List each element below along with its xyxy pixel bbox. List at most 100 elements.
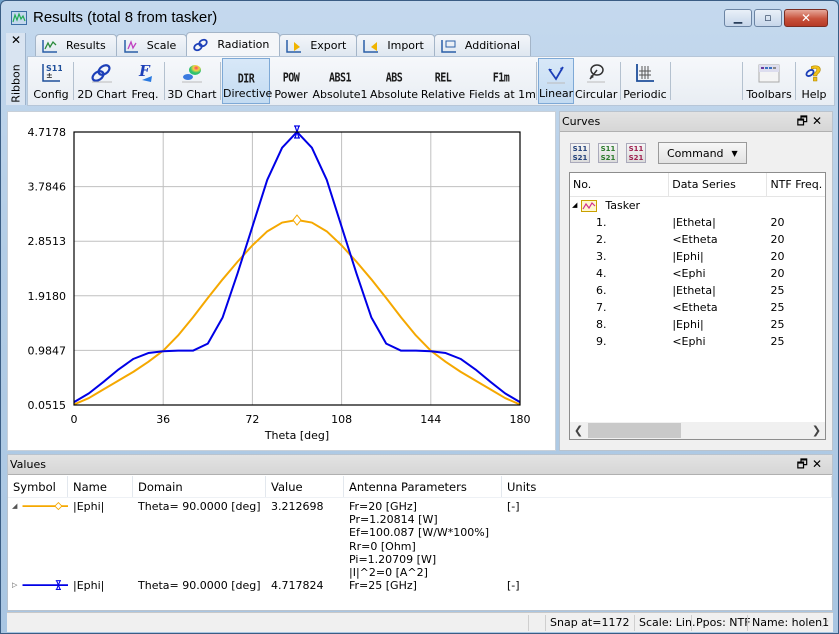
3d-chart-button[interactable]: 3D Chart [167,58,217,104]
check-all-curves-button[interactable]: S11 S21 [598,143,618,163]
uncheck-all-curves-button[interactable]: S11 S21 [626,143,646,163]
plot-frame [73,131,521,406]
toolbars-button[interactable]: Toolbars [745,58,793,104]
status-bar: Snap at=1172 Scale: Lin. Ppos: NTF Name:… [7,612,833,632]
circular-button[interactable]: Circular [575,58,617,104]
tab-radiation[interactable]: Radiation [186,32,281,56]
curve-ntf-freq: 25 [770,318,785,331]
close-panel-icon[interactable]: ✕ [812,457,826,471]
periodic-icon [636,64,654,82]
y-tick-label: 0.0515 [28,399,67,412]
tree-group-tasker[interactable]: ◢ Tasker [570,197,825,214]
curve-data-series: <Etheta [672,233,718,246]
antenna-parameters: Fr=25 [GHz] [344,579,502,592]
absolute-icon: ABS [385,71,403,86]
curves-tree[interactable]: No. Data Series NTF Freq. ◢ Tasker 1. |Et… [569,172,826,440]
directive-button[interactable]: DIR Directive [222,58,272,104]
tab-additional[interactable]: Additional [433,34,532,56]
antenna-parameter: |I|^2=0 [A^2] [349,566,428,580]
fields-1m-button[interactable]: F1m Fields at 1m [469,58,536,104]
column-value[interactable]: Value [266,476,344,497]
absolute1-icon: ABS1 [328,71,352,86]
row-expander-icon[interactable]: ◢ [12,500,19,513]
minimize-button[interactable]: ▁ [724,9,752,27]
config-button[interactable]: S11 ± Config [32,58,70,104]
export-icon [286,39,302,53]
curve-row[interactable]: 6. |Etheta| 25 [570,282,825,299]
x-tick-label: 0 [71,413,78,426]
curve-data-series: |Ephi| [672,250,704,263]
curve-row[interactable]: 1. |Etheta| 20 [570,214,825,231]
float-panel-icon[interactable]: 🗗 [797,114,812,128]
ribbon-tabs: Results Scale Radiation Export Import Ad… [35,32,532,56]
curves-panel: Curves 🗗✕ S11 S21 S11 S21 S11 S21 Command ▼… [559,111,833,451]
tab-export[interactable]: Export [279,34,358,56]
status-snap: Snap at=1172 [545,615,629,631]
value-row[interactable]: ▷ |Ephi| Theta= 90.0000 [deg] 4.717824 Fr=25… [8,579,832,592]
command-dropdown[interactable]: Command ▼ [658,142,747,164]
curve-number: 2. [596,233,607,246]
periodic-button[interactable]: Periodic [623,58,667,104]
column-data-series[interactable]: Data Series [669,173,768,196]
tab-scale[interactable]: Scale [115,34,188,56]
column-no[interactable]: No. [570,173,670,196]
curve-row[interactable]: 2. <Etheta 20 [570,231,825,248]
maximize-button[interactable]: ▫ [754,9,782,27]
column-antenna-parameters[interactable]: Antenna Parameters [344,476,502,497]
linear-button[interactable]: Linear [538,58,574,104]
2d-chart-button[interactable]: 2D Chart [76,58,128,104]
curve-row[interactable]: 9. <Ephi 25 [570,333,825,350]
antenna-parameters: Fr=20 [GHz] Pr=1.20814 [W] Ef=100.087 [W/W… [344,500,502,579]
antenna-parameter: Pr=1.20814 [W] [349,513,438,527]
scroll-left-icon[interactable]: ❮ [570,422,587,439]
series-line [73,130,521,404]
power-button[interactable]: POW Power [272,58,310,104]
y-axis-ticks: 0.0515 0.9847 1.9180 2.8513 3.7846 4.7178 [28,126,67,412]
column-ntf-freq[interactable]: NTF Freq. [767,173,825,196]
x-tick-label: 108 [331,413,352,426]
column-symbol[interactable]: Symbol [8,476,68,497]
absolute1-button[interactable]: ABS1 Absolute1 [312,58,368,104]
antenna-parameter: Fr=20 [GHz] [349,500,417,513]
frequency-button[interactable]: F Freq. [128,58,162,104]
horizontal-scrollbar[interactable]: ❮ ❯ [570,422,825,439]
collapse-icon[interactable]: ◢ [572,197,577,214]
value-name: |Ephi| [73,500,105,513]
close-button[interactable]: ✕ [784,9,828,27]
ribbon-close-icon[interactable]: ✕ [6,33,26,47]
chart-grid [73,131,521,406]
value-number: 3.212698 [271,500,324,513]
antenna-parameter: Fr=25 [GHz] [349,579,417,593]
close-panel-icon[interactable]: ✕ [812,114,826,128]
help-button[interactable]: ? Help [798,58,830,104]
absolute-button[interactable]: ABS Absolute [370,58,418,104]
tab-results[interactable]: Results [35,34,117,56]
row-expander-icon[interactable]: ▷ [12,579,19,592]
y-tick-label: 0.9847 [28,344,67,357]
curve-row[interactable]: 3. |Ephi| 20 [570,248,825,265]
curve-row[interactable]: 8. |Ephi| 25 [570,316,825,333]
sort-s11-s21-button[interactable]: S11 S21 [570,143,590,163]
column-name[interactable]: Name [68,476,133,497]
column-units[interactable]: Units [502,476,832,497]
help-icon: ? [805,62,822,84]
frequency-icon: F [138,62,152,82]
tab-import[interactable]: Import [356,34,435,56]
value-row[interactable]: ◢ |Ephi| Theta= 90.0000 [deg] 3.212698 Fr=20… [8,500,832,579]
x-tick-label: 36 [156,413,170,426]
curve-number: 9. [596,335,607,348]
curve-row[interactable]: 7. <Etheta 25 [570,299,825,316]
curve-data-series: |Ephi| [672,318,704,331]
scroll-right-icon[interactable]: ❯ [808,422,825,439]
curve-number: 4. [596,267,607,280]
relative-button[interactable]: REL Relative [419,58,467,104]
ribbon-label[interactable]: Ribbon [10,60,23,108]
radiation-pattern-chart[interactable]: 0.0515 0.9847 1.9180 2.8513 3.7846 4.7178 0 36… [8,112,555,450]
float-panel-icon[interactable]: 🗗 [797,457,812,471]
column-domain[interactable]: Domain [133,476,266,497]
curve-ntf-freq: 20 [770,216,785,229]
curve-row[interactable]: 4. <Ephi 20 [570,265,825,282]
x-axis-ticks: 0 36 72 108 144 180 [71,413,531,426]
resize-grip-icon[interactable]: ⋰ [821,619,829,628]
scrollbar-thumb[interactable] [588,423,681,438]
